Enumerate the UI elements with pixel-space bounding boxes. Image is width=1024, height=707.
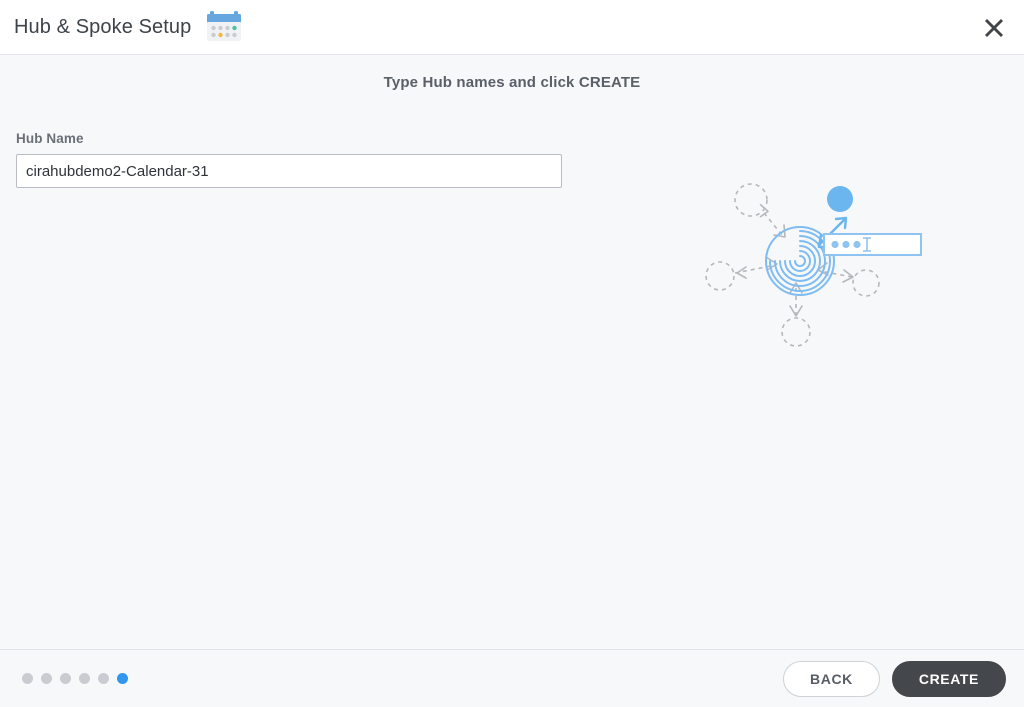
- hub-spoke-setup-dialog: Hub & Spoke Setup Type Hub names and cli…: [0, 0, 1024, 707]
- hub-name-form: Hub Name: [16, 131, 562, 188]
- step-dot-5[interactable]: [98, 673, 109, 684]
- hub-and-spoke-diagram: [700, 173, 950, 358]
- dialog-title: Hub & Spoke Setup: [14, 15, 192, 38]
- hub-name-input-preview: [823, 233, 922, 256]
- back-button[interactable]: BACK: [783, 660, 880, 697]
- step-dot-6[interactable]: [117, 673, 128, 684]
- hub-name-label: Hub Name: [16, 131, 84, 146]
- close-icon[interactable]: [974, 8, 1014, 48]
- create-button[interactable]: CREATE: [891, 660, 1006, 697]
- dialog-footer: BACK CREATE: [0, 649, 1024, 707]
- step-dot-3[interactable]: [60, 673, 71, 684]
- step-indicator: [22, 673, 128, 684]
- step-dot-4[interactable]: [79, 673, 90, 684]
- active-spoke-node: [827, 186, 853, 212]
- step-dot-2[interactable]: [41, 673, 52, 684]
- step-dot-1[interactable]: [22, 673, 33, 684]
- calendar-icon: [205, 8, 245, 46]
- hub-name-input[interactable]: [16, 154, 562, 188]
- step-heading: Type Hub names and click CREATE: [383, 74, 641, 91]
- dialog-titlebar: Hub & Spoke Setup: [0, 0, 1024, 55]
- dialog-content: Type Hub names and click CREATE Hub Name: [0, 55, 1024, 649]
